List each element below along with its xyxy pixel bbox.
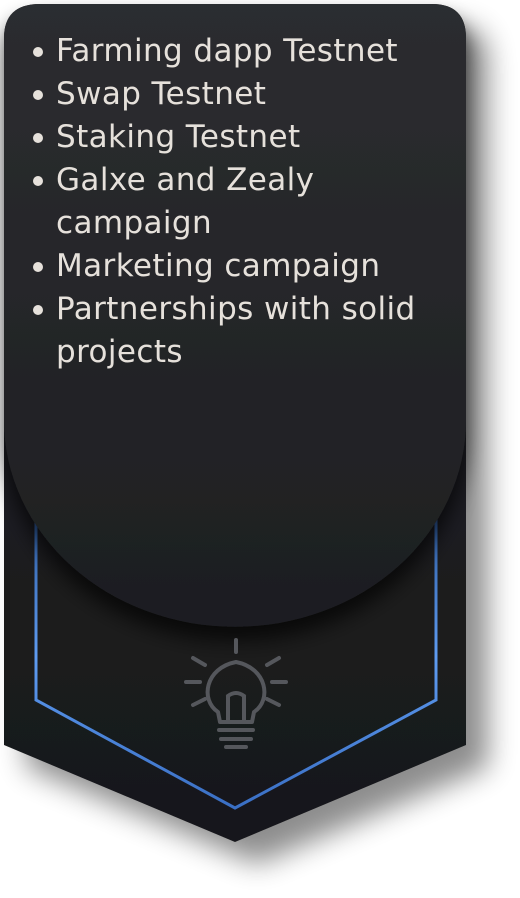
bullet-icon [33, 90, 43, 100]
list-item-label: Farming dapp Testnet [56, 33, 398, 69]
list-item: Farming dapp Testnet [30, 30, 460, 73]
bullet-icon [33, 176, 43, 186]
bullet-icon [33, 133, 43, 143]
bullet-icon [33, 305, 43, 315]
list-item-label: Galxe and Zealy campaign [56, 162, 315, 241]
list-item: Galxe and Zealy campaign [30, 159, 460, 245]
list-item: Partnerships with solid projects [30, 288, 460, 374]
feature-list: Farming dapp Testnet Swap Testnet Stakin… [30, 30, 460, 374]
list-item: Staking Testnet [30, 116, 460, 159]
bullet-icon [33, 262, 43, 272]
list-item-label: Partnerships with solid projects [56, 291, 416, 370]
list-item: Marketing campaign [30, 245, 460, 288]
list-item-label: Staking Testnet [56, 119, 301, 155]
list-item: Swap Testnet [30, 73, 460, 116]
bullet-icon [33, 47, 43, 57]
list-item-label: Marketing campaign [56, 248, 381, 284]
list-item-label: Swap Testnet [56, 76, 267, 112]
